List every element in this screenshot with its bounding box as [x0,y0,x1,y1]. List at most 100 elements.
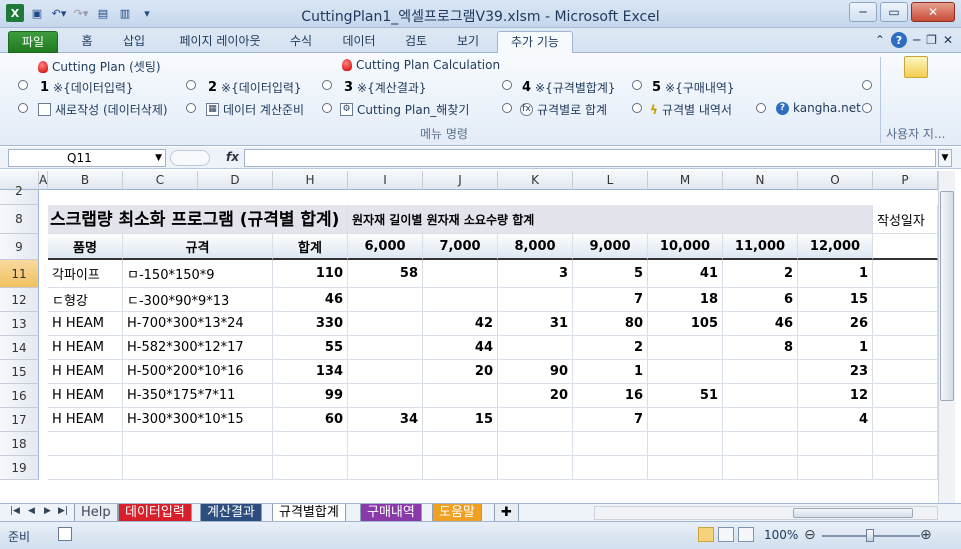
insert-function-icon[interactable]: fx [226,150,239,164]
quantity-cell[interactable]: 41 [648,260,723,288]
quantity-cell[interactable] [723,360,798,384]
empty-cell[interactable] [573,432,648,456]
empty-cell[interactable] [348,432,423,456]
radio-icon[interactable] [186,80,196,90]
tab-addins[interactable]: 추가 기능 [497,31,573,54]
empty-cell[interactable] [873,360,938,384]
vertical-scrollbar[interactable] [938,171,955,503]
empty-cell[interactable] [273,456,348,480]
column-header[interactable]: O [798,171,873,190]
insert-sheet-icon[interactable]: ✚ [494,504,519,522]
tab-page-layout[interactable]: 페이지 레이아웃 [170,31,270,53]
sheet-tab-purchase[interactable]: 구매내역 [360,504,422,522]
quantity-cell[interactable]: 42 [423,312,498,336]
quantity-cell[interactable]: 134 [273,360,348,384]
row-header[interactable]: 2 [0,184,39,205]
sheet-tab-help[interactable]: Help [74,504,118,522]
doc-restore-icon[interactable]: ❐ [926,33,937,47]
quantity-cell[interactable]: 1 [573,360,648,384]
empty-cell[interactable] [873,260,938,288]
new-create-button[interactable]: 새로작성 (데이터삭제) [38,101,168,118]
quantity-cell[interactable]: 44 [423,336,498,360]
last-sheet-icon[interactable]: ▶| [58,506,68,516]
quantity-cell[interactable]: 12 [798,384,873,408]
empty-cell[interactable] [873,288,938,312]
quantity-cell[interactable]: 7 [573,288,648,312]
column-header[interactable]: K [498,171,573,190]
kangha-link[interactable]: ? kangha.net [776,101,861,115]
quantity-cell[interactable]: 51 [648,384,723,408]
empty-cell[interactable] [648,432,723,456]
item-name-cell[interactable]: H HEAM [48,360,123,384]
empty-cell[interactable] [873,384,938,408]
row-header[interactable]: 15 [0,360,39,384]
close-button[interactable]: ✕ [911,2,955,22]
item-name-cell[interactable]: H HEAM [48,336,123,360]
empty-cell[interactable] [348,456,423,480]
column-header[interactable]: N [723,171,798,190]
sum-by-spec-button[interactable]: fx 규격별로 합계 [520,101,607,118]
menu-item-3[interactable]: 3 ※{계산결과} [344,79,427,96]
row-header[interactable]: 16 [0,384,39,408]
tab-home[interactable]: 홈 [74,31,100,53]
empty-cell[interactable] [648,456,723,480]
empty-cell[interactable] [873,456,938,480]
quantity-cell[interactable] [348,336,423,360]
quantity-cell[interactable]: 110 [273,260,348,288]
quantity-cell[interactable]: 20 [423,360,498,384]
column-header[interactable]: A [39,171,48,190]
prev-sheet-icon[interactable]: ◀ [28,506,35,516]
empty-cell[interactable] [873,312,938,336]
radio-icon[interactable] [862,103,872,113]
quantity-cell[interactable]: 105 [648,312,723,336]
empty-cell[interactable] [423,432,498,456]
quantity-cell[interactable]: 16 [573,384,648,408]
quantity-cell[interactable]: 23 [798,360,873,384]
quantity-cell[interactable]: 15 [798,288,873,312]
empty-cell[interactable] [798,432,873,456]
radio-icon[interactable] [756,103,766,113]
row-header[interactable]: 14 [0,336,39,360]
page-layout-view-icon[interactable] [718,527,734,542]
horizontal-scroll-thumb[interactable] [793,508,913,518]
quantity-cell[interactable]: 80 [573,312,648,336]
quantity-cell[interactable] [723,384,798,408]
quantity-cell[interactable]: 90 [498,360,573,384]
quantity-cell[interactable] [348,384,423,408]
quantity-cell[interactable]: 46 [273,288,348,312]
quantity-cell[interactable]: 58 [348,260,423,288]
quantity-cell[interactable]: 7 [573,408,648,432]
macro-record-icon[interactable] [58,527,72,541]
sheet-tab-calc-result[interactable]: 계산결과 [200,504,262,522]
empty-cell[interactable] [873,336,938,360]
tab-data[interactable]: 데이터 [336,31,382,53]
empty-cell[interactable] [423,456,498,480]
quantity-cell[interactable]: 4 [798,408,873,432]
column-header[interactable]: I [348,171,423,190]
quantity-cell[interactable]: 15 [423,408,498,432]
radio-icon[interactable] [632,103,642,113]
cutting-plan-calculation-button[interactable]: Cutting Plan Calculation [342,58,500,72]
formula-expand-handle[interactable] [170,150,210,166]
sheet-tab-data-input[interactable]: 데이터입력 [118,504,192,522]
name-box[interactable]: Q11 ▼ [8,149,166,167]
quantity-cell[interactable] [348,312,423,336]
quantity-cell[interactable] [723,408,798,432]
column-header[interactable]: J [423,171,498,190]
quantity-cell[interactable]: 1 [798,336,873,360]
worksheet-grid[interactable]: A B C D H I J K L M N O P 2 8 9 11 12 13 14 15 16 17 18 19 원자재 길이… [0,171,961,503]
menu-item-4[interactable]: 4 ※{규격별합계} [522,79,616,96]
radio-icon[interactable] [322,103,332,113]
empty-cell[interactable] [48,432,123,456]
sheet-tab-help-kr[interactable]: 도움말 [432,504,482,522]
row-header[interactable]: 18 [0,432,39,456]
solver-button[interactable]: ⚙ Cutting Plan_해찾기 [340,101,469,118]
doc-minimize-icon[interactable]: ─ [913,33,920,47]
spec-cell[interactable]: H-350*175*7*11 [123,384,273,408]
row-header[interactable]: 8 [0,205,39,234]
quantity-cell[interactable]: 2 [723,260,798,288]
row-header[interactable]: 9 [0,234,39,260]
radio-icon[interactable] [632,80,642,90]
empty-cell[interactable] [723,432,798,456]
spec-detail-button[interactable]: ϟ 규격별 내역서 [650,101,732,118]
